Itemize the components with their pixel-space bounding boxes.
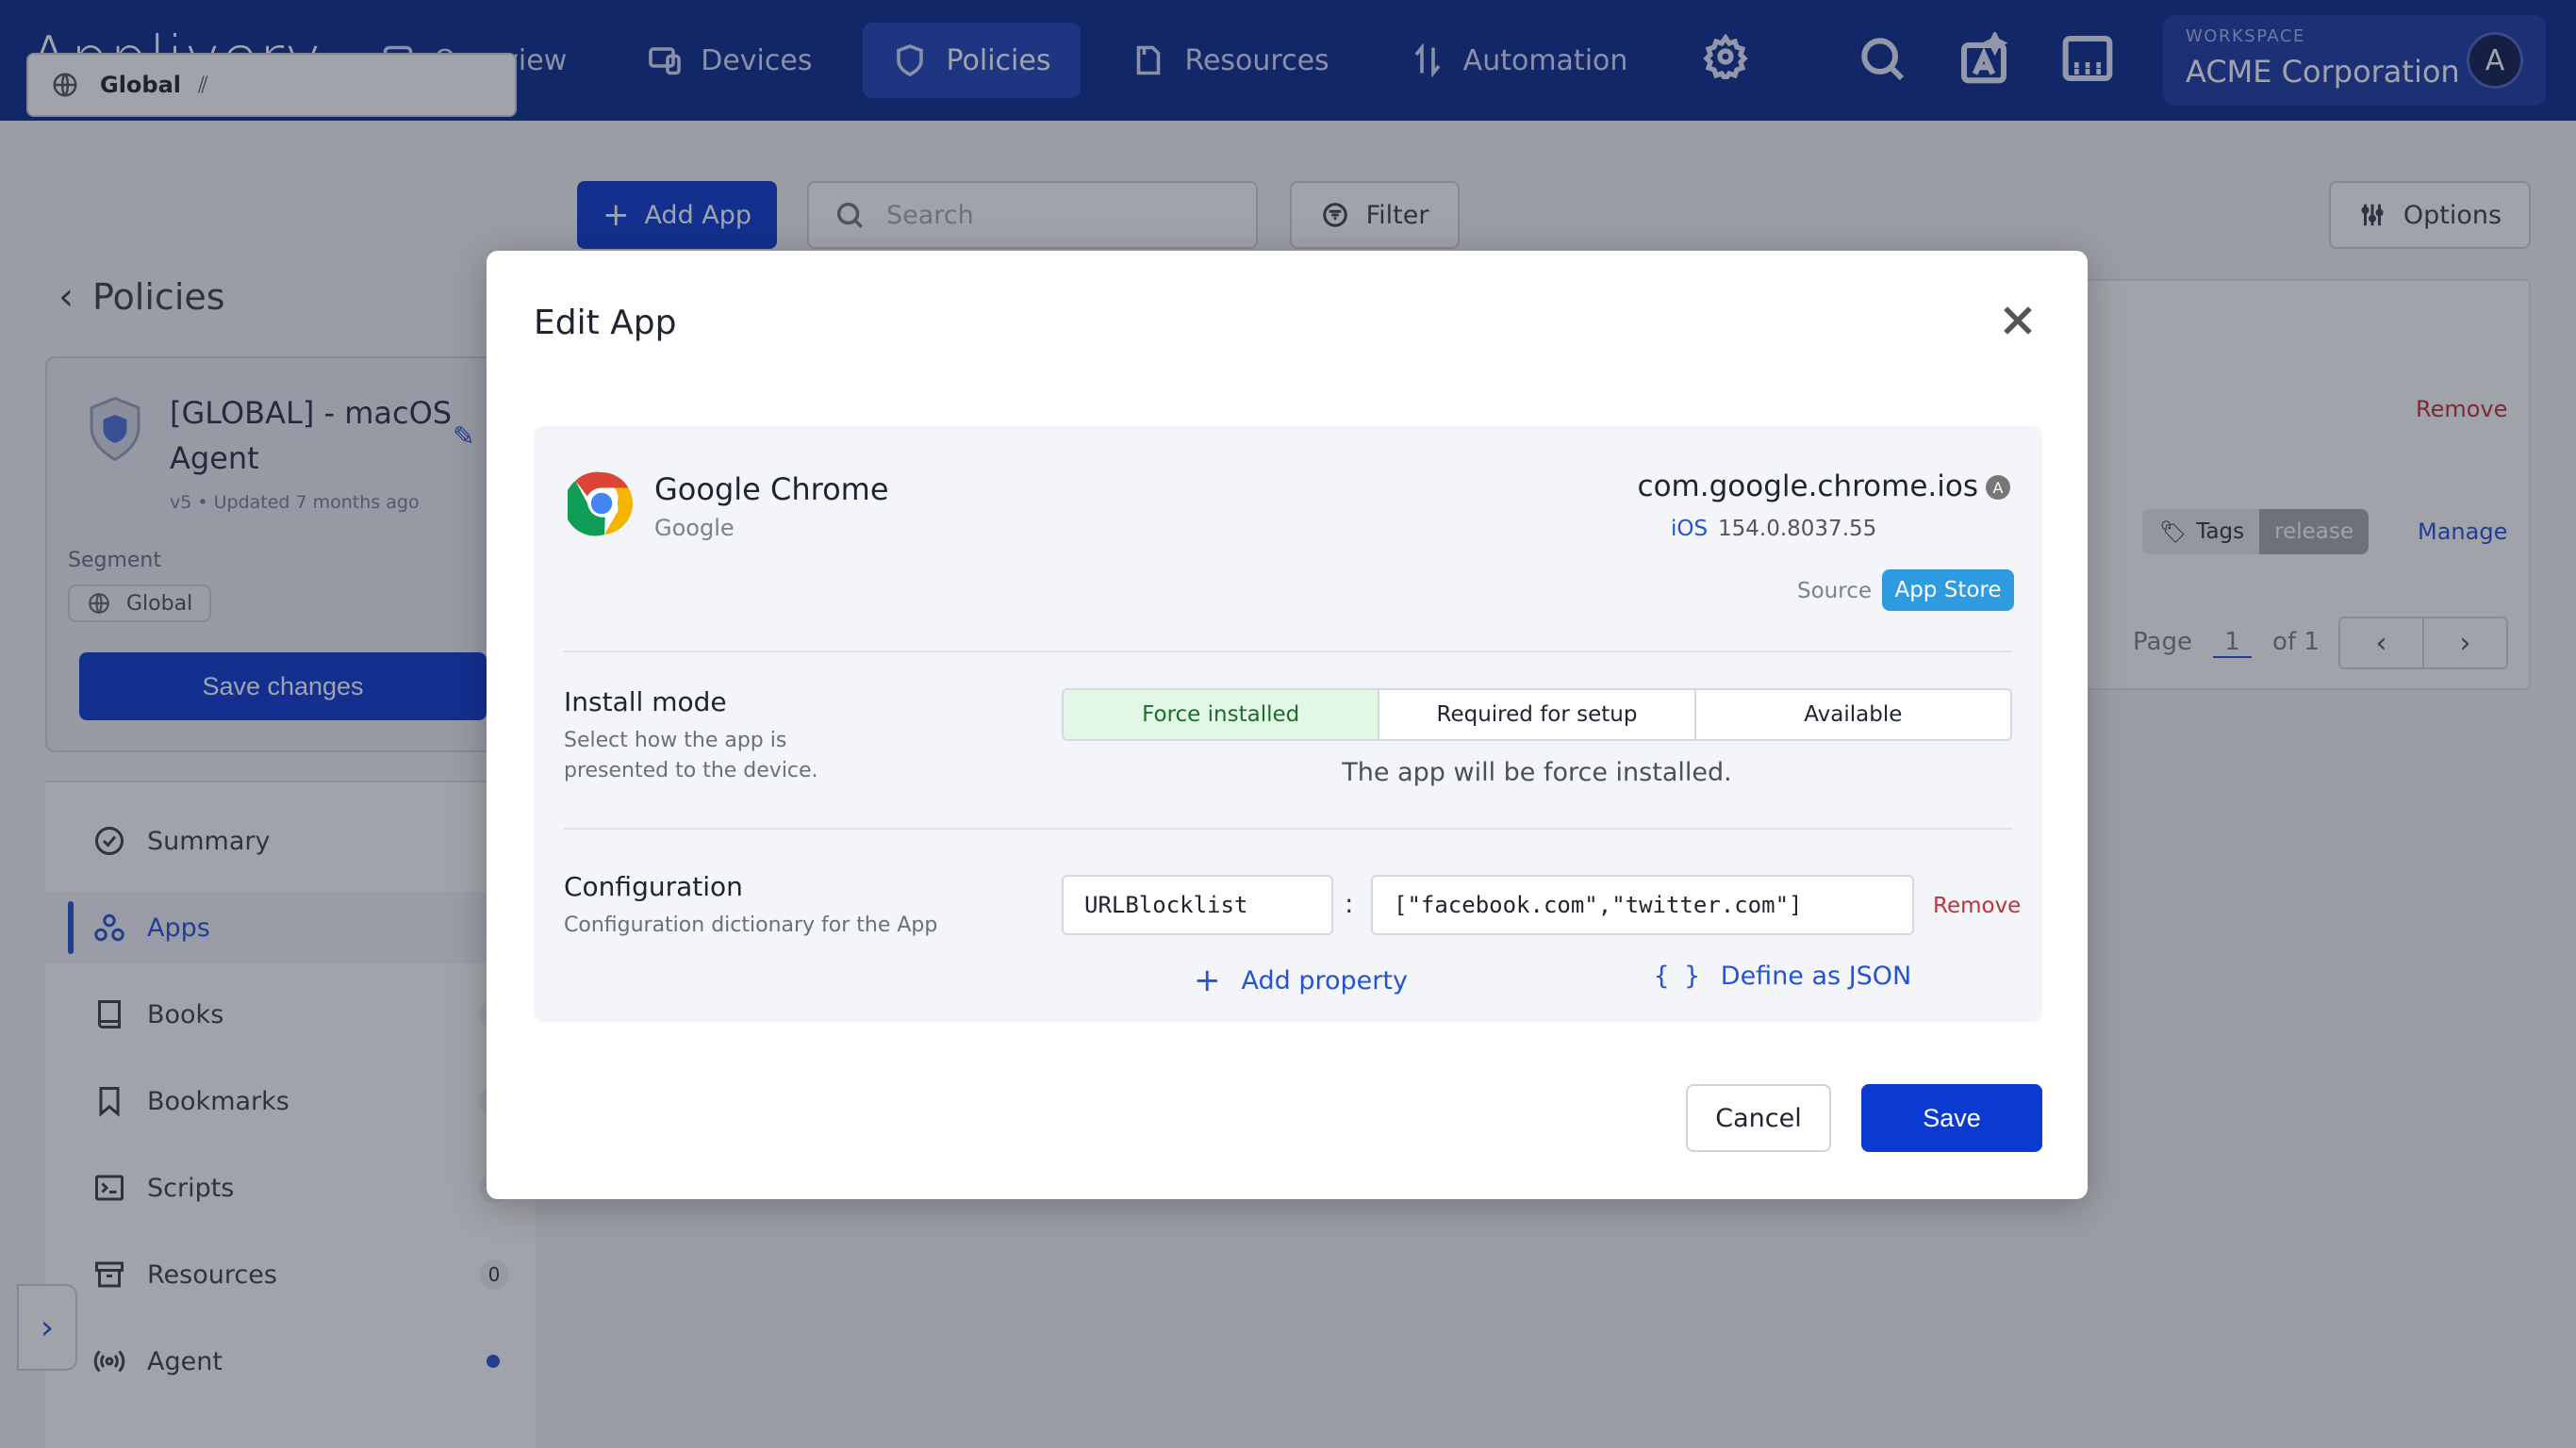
app-details-panel: Google Chrome Google com.google.chrome.i…: [534, 426, 2042, 1022]
install-mode-force-installed[interactable]: Force installed: [1064, 690, 1380, 739]
define-as-json-button[interactable]: { } Define as JSON: [1654, 962, 1911, 991]
app-developer: Google: [654, 515, 735, 541]
install-mode-title: Install mode: [564, 686, 727, 717]
divider: [564, 650, 2012, 652]
install-mode-note: The app will be force installed.: [1342, 758, 1732, 787]
app-name: Google Chrome: [654, 471, 889, 507]
remove-property-link[interactable]: Remove: [1933, 894, 2021, 918]
config-value-field[interactable]: [1371, 875, 1914, 935]
install-mode-selector: Force installed Required for setup Avail…: [1062, 688, 2012, 741]
install-mode-desc: Select how the app is presented to the d…: [564, 729, 818, 782]
source-badge: App Store: [1882, 569, 2014, 611]
configuration-title: Configuration: [564, 871, 743, 902]
save-button[interactable]: Save: [1861, 1084, 2042, 1152]
bundle-id: com.google.chrome.ios: [1637, 469, 1978, 503]
define-json-label: Define as JSON: [1720, 962, 1912, 991]
braces-icon: { }: [1654, 962, 1700, 991]
divider: [564, 828, 2012, 830]
source-label: Source: [1797, 579, 1872, 603]
add-property-label: Add property: [1241, 965, 1408, 996]
cancel-button[interactable]: Cancel: [1686, 1084, 1831, 1152]
modal-title: Edit App: [534, 304, 677, 342]
close-icon[interactable]: [1997, 300, 2039, 341]
app-store-icon: A: [1986, 475, 2010, 500]
install-mode-available[interactable]: Available: [1696, 690, 2010, 739]
app-version: 154.0.8037.55: [1718, 517, 1877, 541]
edit-app-modal: Edit App Google Chrome Google com.google…: [487, 251, 2088, 1199]
add-property-button[interactable]: + Add property: [1194, 962, 1408, 999]
configuration-desc: Configuration dictionary for the App: [564, 913, 938, 937]
platform-label: iOS: [1671, 517, 1709, 541]
config-key-field[interactable]: [1062, 875, 1333, 935]
install-mode-required-for-setup[interactable]: Required for setup: [1379, 690, 1696, 739]
key-value-separator: :: [1345, 888, 1354, 919]
plus-icon: +: [1194, 962, 1221, 999]
chrome-logo-icon: [568, 471, 634, 536]
